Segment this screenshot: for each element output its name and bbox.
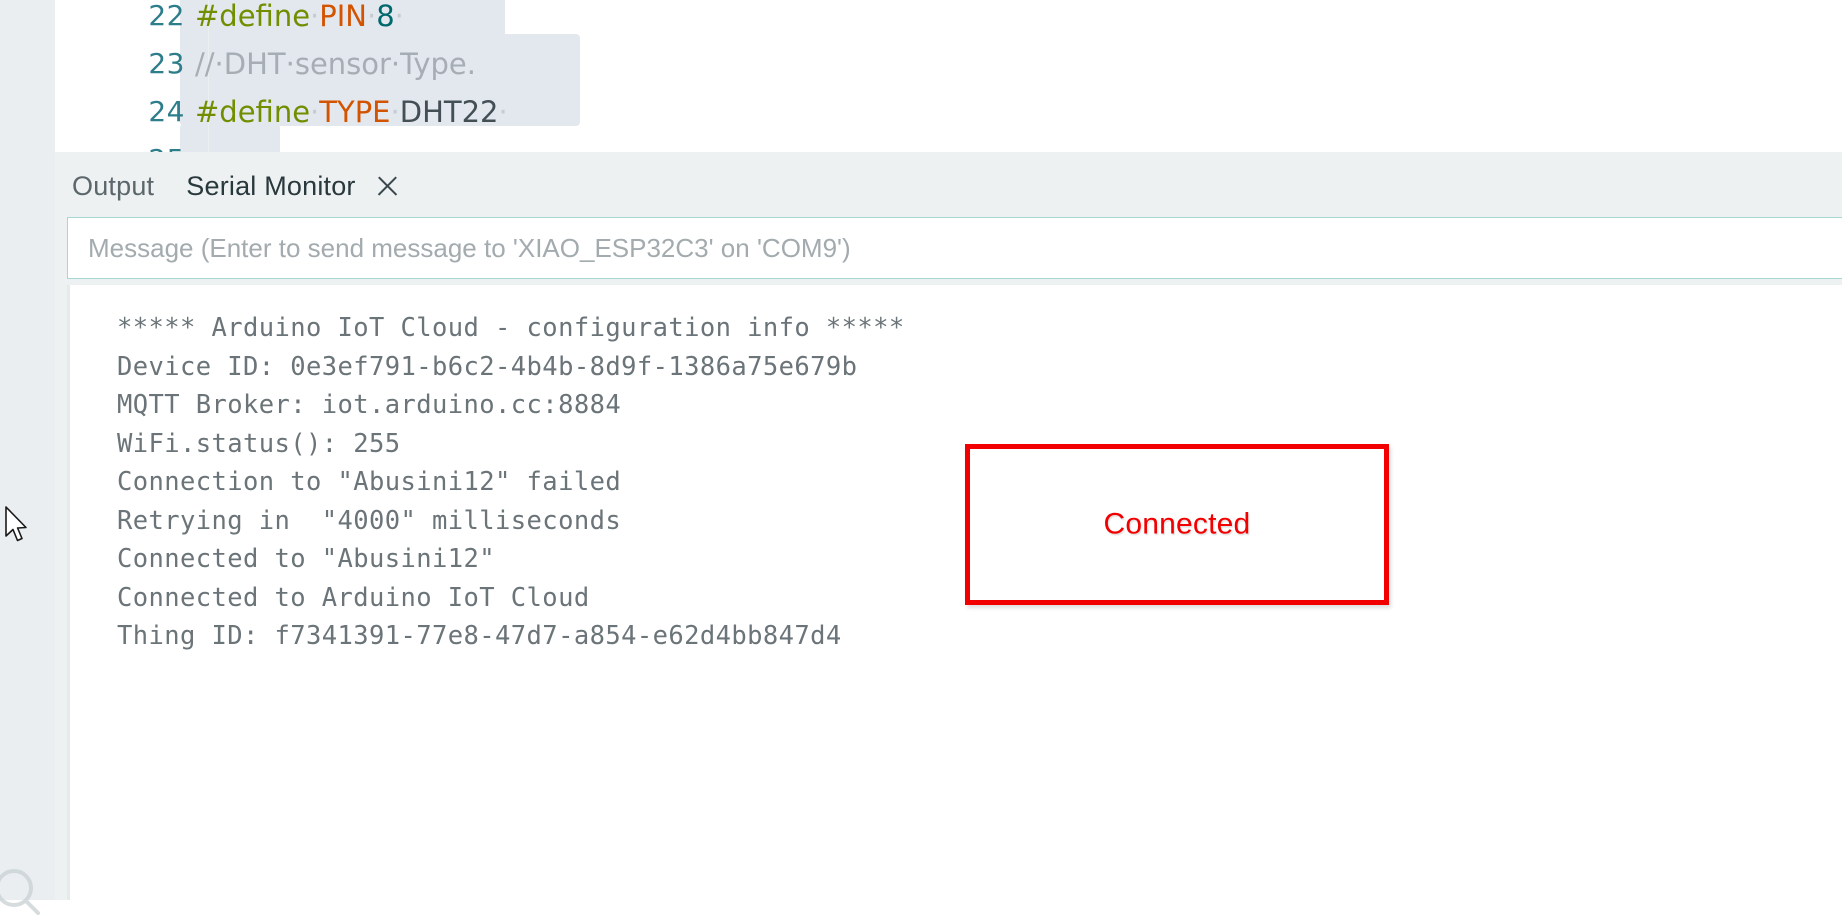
code-editor[interactable]: 22 #define·PIN·8· 23//·DHT·sensor·Type. 24 #… bbox=[55, 0, 1842, 172]
activity-bar bbox=[0, 0, 55, 915]
console-line: MQTT Broker: iot.arduino.cc:8884 bbox=[117, 390, 622, 420]
tab-output[interactable]: Output bbox=[72, 171, 154, 202]
code-token: · bbox=[310, 95, 320, 129]
arduino-ide-window: 22 #define·PIN·8· 23//·DHT·sensor·Type. 24 #… bbox=[0, 0, 1842, 915]
tab-output-label: Output bbox=[72, 170, 155, 201]
code-token: · bbox=[367, 0, 377, 33]
code-text: #define·TYPE·DHT22· bbox=[195, 88, 508, 136]
annotation-box: Connected bbox=[965, 444, 1389, 605]
line-number: 24 bbox=[148, 95, 185, 128]
code-token: · bbox=[394, 0, 404, 33]
tab-serial-monitor[interactable]: Serial Monitor bbox=[186, 171, 399, 202]
code-token: 8 bbox=[376, 0, 395, 33]
code-token: · bbox=[498, 95, 508, 129]
annotation-label: Connected bbox=[1103, 506, 1251, 540]
console-line: Retrying in "4000" milliseconds bbox=[117, 505, 622, 536]
console-line: Device ID: 0e3ef791-b6c2-4b4b-8d9f-1386a… bbox=[117, 351, 858, 382]
bottom-panel: Output Serial Monitor ***** Arduino IoT … bbox=[55, 152, 1842, 900]
close-icon[interactable] bbox=[374, 173, 400, 199]
console-line: ***** Arduino IoT Cloud - configuration … bbox=[117, 313, 905, 343]
code-token: TYPE bbox=[319, 95, 391, 129]
code-token: #define bbox=[195, 0, 311, 33]
code-token: · bbox=[390, 95, 400, 129]
message-input[interactable] bbox=[68, 218, 1842, 278]
console-output: ***** Arduino IoT Cloud - configuration … bbox=[117, 309, 905, 656]
console-line: Thing ID: f7341391-77e8-47d7-a854-e62d4b… bbox=[117, 621, 842, 651]
search-icon[interactable] bbox=[0, 862, 42, 918]
line-number: 23 bbox=[148, 47, 185, 80]
code-token: · bbox=[310, 0, 320, 33]
code-token: #define bbox=[195, 95, 311, 129]
message-input-wrapper[interactable] bbox=[67, 217, 1842, 279]
console-left-edge bbox=[67, 285, 70, 900]
panel-tabbar: Output Serial Monitor bbox=[55, 152, 1842, 220]
console-line: Connection to "Abusini12" failed bbox=[117, 467, 622, 497]
code-text: //·DHT·sensor·Type. bbox=[195, 40, 476, 88]
code-text: #define·PIN·8· bbox=[195, 0, 404, 40]
console-line: Connected to "Abusini12" bbox=[117, 544, 496, 574]
serial-console[interactable]: ***** Arduino IoT Cloud - configuration … bbox=[67, 285, 1842, 900]
code-token: PIN bbox=[319, 0, 367, 33]
console-line: WiFi.status(): 255 bbox=[117, 428, 401, 459]
tab-serial-monitor-label: Serial Monitor bbox=[186, 170, 356, 201]
console-line: Connected to Arduino IoT Cloud bbox=[117, 582, 590, 613]
code-token: //·DHT·sensor·Type. bbox=[195, 47, 476, 81]
code-token: DHT22 bbox=[399, 95, 499, 129]
line-number: 22 bbox=[148, 0, 185, 32]
